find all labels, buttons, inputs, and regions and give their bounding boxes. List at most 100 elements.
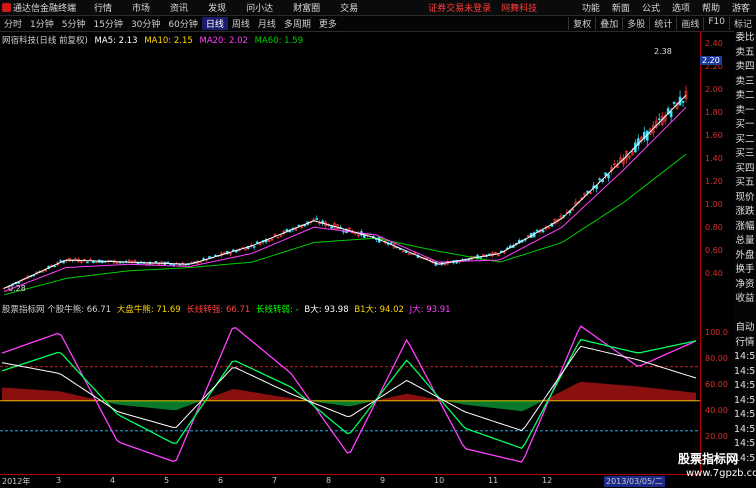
low-price-marker: 0.28: [8, 284, 26, 293]
menu-gongneng[interactable]: 功能: [582, 1, 600, 14]
menu-bar: 通达信金融终端 行情 市场 资讯 发现 问小达 财富圈 交易 证券交易未登录 网…: [0, 0, 756, 16]
menu-xinmian[interactable]: 新面: [612, 1, 630, 14]
date-axis-tick: 8: [326, 476, 332, 485]
date-axis-tick: 9: [380, 476, 386, 485]
multi-stock-button[interactable]: 多股: [622, 17, 649, 30]
side-panel-item[interactable]: 换手: [734, 263, 756, 278]
period-15min[interactable]: 15分钟: [89, 17, 126, 30]
period-weekly[interactable]: 周线: [228, 17, 254, 30]
menu-hangqing[interactable]: 行情: [94, 1, 112, 14]
period-more[interactable]: 更多: [315, 17, 341, 30]
side-panel-item[interactable]: 现价: [734, 191, 756, 206]
high-price-marker: 2.38: [654, 47, 672, 56]
side-panel-item[interactable]: 涨幅: [734, 220, 756, 235]
changxian-zhuanqiang-label: 长线转强: 66.71: [186, 305, 251, 315]
indicator-axis-tick: 80.00: [705, 354, 728, 363]
date-axis-tick: 7: [272, 476, 278, 485]
period-fenshi[interactable]: 分时: [0, 17, 26, 30]
mark-button[interactable]: 标记: [728, 17, 756, 30]
menu-faxian[interactable]: 发现: [208, 1, 226, 14]
side-panel-item[interactable]: 卖四: [734, 60, 756, 75]
date-axis-tick: 3: [56, 476, 62, 485]
indicator-chart[interactable]: [0, 315, 700, 473]
menu-zixun[interactable]: 资讯: [170, 1, 188, 14]
watermark-title: 股票指标网: [678, 452, 739, 466]
period-5min[interactable]: 5分钟: [58, 17, 90, 30]
price-axis-tick: 0.80: [705, 223, 723, 232]
price-axis-tick: 0.60: [705, 246, 723, 255]
date-axis-tick: 2012年: [2, 477, 31, 486]
date-axis-tick: 4: [110, 476, 116, 485]
price-axis-tick: 2.00: [705, 85, 723, 94]
menu-jiaoyi[interactable]: 交易: [340, 1, 358, 14]
candle-body: [604, 172, 607, 176]
quote-side-panel: 委比 卖五 卖四 卖三 卖二 卖一 买一 买二 买三 买四 买五 现价 涨跌 涨幅 总量 外盘 换手 净资 收益自动…: [734, 31, 756, 471]
app-title: 通达信金融终端: [13, 4, 77, 14]
side-panel-item[interactable]: 14:56: [734, 365, 756, 380]
ma20-line: [3, 106, 687, 292]
app-logo-icon: [2, 3, 11, 12]
f10-button[interactable]: F10: [703, 17, 729, 30]
period-daily[interactable]: 日线: [201, 17, 228, 30]
side-panel-item[interactable]: 行情: [734, 336, 756, 351]
side-panel-item[interactable]: 卖二: [734, 89, 756, 104]
period-monthly[interactable]: 月线: [254, 17, 280, 30]
side-panel-item[interactable]: 买二: [734, 133, 756, 148]
last-price-tag: 2.20: [700, 56, 722, 65]
indicator-axis-tick: 40.00: [705, 406, 728, 415]
menu-youke[interactable]: 游客: [732, 1, 750, 14]
candle-body: [389, 242, 393, 244]
menu-xuanxiang[interactable]: 选项: [672, 1, 690, 14]
side-panel-item[interactable]: 14:56: [734, 394, 756, 409]
side-panel-item[interactable]: 14:56: [734, 423, 756, 438]
period-multi[interactable]: 多周期: [280, 17, 315, 30]
side-panel-item[interactable]: 买三: [734, 147, 756, 162]
draw-line-button[interactable]: 画线: [676, 17, 703, 30]
candle-body: [598, 178, 601, 180]
period-30min[interactable]: 30分钟: [127, 17, 164, 30]
side-panel-item[interactable]: 14:56: [734, 379, 756, 394]
candle-body: [255, 241, 259, 244]
side-panel-item[interactable]: 卖一: [734, 104, 756, 119]
side-panel-item[interactable]: 14:56: [734, 408, 756, 423]
price-chart[interactable]: [0, 45, 700, 301]
menu-bangzhu[interactable]: 帮助: [702, 1, 720, 14]
date-axis-tick: 11: [488, 476, 499, 485]
period-1min[interactable]: 1分钟: [26, 17, 58, 30]
login-notice[interactable]: 证券交易未登录: [428, 1, 491, 14]
menu-wenxiaoda[interactable]: 问小达: [246, 1, 273, 14]
changxian-zhuanruo-label: 长线转弱: -: [256, 305, 299, 315]
indicator-axis-tick: 100.0: [705, 328, 728, 337]
period-60min[interactable]: 60分钟: [164, 17, 201, 30]
side-panel-item[interactable]: 卖三: [734, 75, 756, 90]
menu-shichang[interactable]: 市场: [132, 1, 150, 14]
side-panel-item[interactable]: 涨跌: [734, 205, 756, 220]
fuquan-button[interactable]: 复权: [568, 17, 595, 30]
candle-body: [657, 118, 661, 121]
side-panel-item[interactable]: [734, 307, 756, 322]
side-panel-item[interactable]: 自动: [734, 321, 756, 336]
price-axis-tick: 1.20: [705, 177, 723, 186]
menu-gongshi[interactable]: 公式: [642, 1, 660, 14]
side-panel-item[interactable]: 外盘: [734, 249, 756, 264]
side-panel-item[interactable]: 总量: [734, 234, 756, 249]
stats-button[interactable]: 统计: [649, 17, 676, 30]
side-panel-item[interactable]: 买四: [734, 162, 756, 177]
b-da-label: B大: 93.98: [304, 305, 349, 315]
side-panel-item[interactable]: 买五: [734, 176, 756, 191]
price-axis-tick: 0.40: [705, 269, 723, 278]
candle-body: [672, 101, 676, 104]
ma-legend: 网宿科技(日线 前复权) MA5: 2.13 MA10: 2.15 MA20: …: [2, 34, 307, 46]
overlay-button[interactable]: 叠加: [595, 17, 622, 30]
side-panel-item[interactable]: 收益: [734, 292, 756, 307]
candle-body: [297, 224, 301, 227]
menu-caifuquan[interactable]: 财富圈: [293, 1, 320, 14]
date-axis: 2013/03/05/二 2012年 3 4 5 6 7 8 9 10 11 12: [0, 474, 700, 488]
candle-body: [315, 218, 319, 220]
side-panel-item[interactable]: 买一: [734, 118, 756, 133]
side-panel-item[interactable]: 净资: [734, 278, 756, 293]
date-axis-tick: 10: [434, 476, 445, 485]
side-panel-item[interactable]: 14:56: [734, 350, 756, 365]
side-panel-item[interactable]: 委比: [734, 31, 756, 46]
side-panel-item[interactable]: 卖五: [734, 46, 756, 61]
